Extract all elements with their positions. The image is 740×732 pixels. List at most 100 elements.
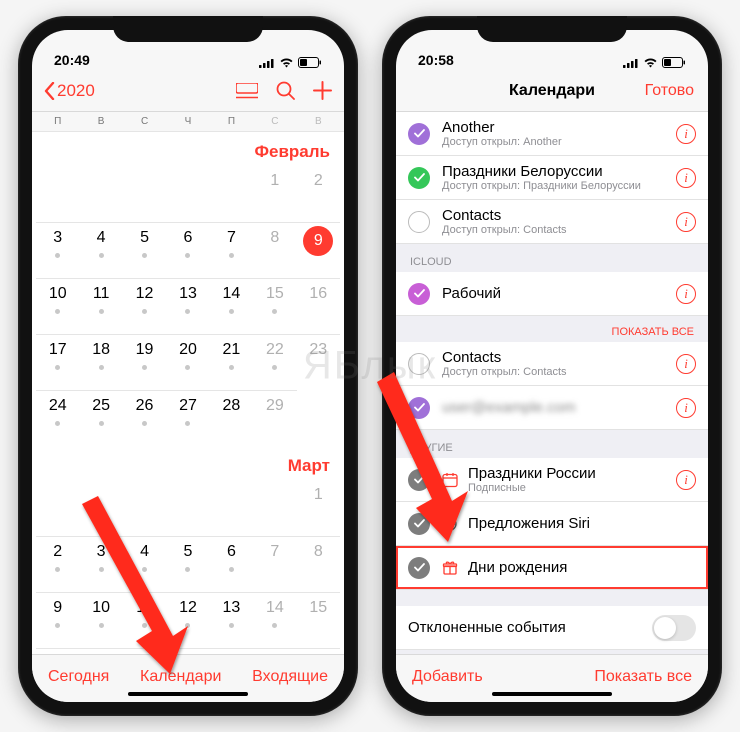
day-cell[interactable]: 13 (166, 278, 209, 334)
calendar-body[interactable]: Февраль123456789101112131415161718192021… (32, 132, 344, 654)
group-label: ДРУГИЕ (396, 430, 708, 458)
day-cell[interactable]: 16 (297, 278, 340, 334)
day-cell[interactable]: 7 (210, 222, 253, 278)
day-cell[interactable]: 15 (253, 278, 296, 334)
day-cell[interactable]: 21 (210, 334, 253, 390)
list-view-icon[interactable] (236, 83, 258, 99)
today-button[interactable]: Сегодня (48, 668, 109, 686)
day-cell[interactable]: 18 (79, 334, 122, 390)
day-cell[interactable]: 26 (123, 390, 166, 446)
day-cell[interactable]: 20 (166, 334, 209, 390)
day-number: 8 (270, 229, 279, 247)
notch (477, 16, 627, 42)
check-circle[interactable] (408, 353, 430, 375)
day-cell[interactable]: 19 (166, 648, 209, 654)
day-cell[interactable]: 7 (253, 536, 296, 592)
day-cell[interactable]: 16 (36, 648, 79, 654)
battery-icon (298, 57, 322, 68)
check-circle[interactable] (408, 513, 430, 535)
day-cell-empty (123, 166, 166, 222)
day-cell[interactable]: 29 (253, 390, 296, 446)
day-cell[interactable]: 18 (123, 648, 166, 654)
day-cell[interactable]: 13 (210, 592, 253, 648)
check-circle[interactable] (408, 283, 430, 305)
check-circle[interactable] (408, 397, 430, 419)
check-circle[interactable] (408, 557, 430, 579)
day-cell[interactable]: 8 (297, 536, 340, 592)
calendar-row[interactable]: user@example.comi (396, 386, 708, 430)
calendars-list[interactable]: AnotherДоступ открыл: AnotheriПраздники … (396, 112, 708, 654)
calendar-row[interactable]: Дни рождения (396, 546, 708, 590)
calendar-row[interactable]: ContactsДоступ открыл: Contactsi (396, 200, 708, 244)
info-icon[interactable]: i (676, 354, 696, 374)
add-icon[interactable] (313, 81, 332, 100)
day-number: 29 (266, 397, 284, 415)
declined-events-row[interactable]: Отклоненные события (396, 606, 708, 650)
info-icon[interactable]: i (676, 124, 696, 144)
day-cell[interactable]: 20 (210, 648, 253, 654)
add-calendar-button[interactable]: Добавить (412, 668, 483, 686)
day-cell[interactable]: 19 (123, 334, 166, 390)
day-cell[interactable]: 5 (123, 222, 166, 278)
day-cell[interactable]: 14 (253, 592, 296, 648)
day-cell[interactable]: 4 (79, 222, 122, 278)
day-cell[interactable]: 10 (36, 278, 79, 334)
calendar-row[interactable]: Праздники БелоруссииДоступ открыл: Празд… (396, 156, 708, 200)
day-cell[interactable]: 9 (297, 222, 340, 278)
day-cell[interactable]: 1 (297, 480, 340, 536)
day-cell[interactable]: 3 (79, 536, 122, 592)
day-cell[interactable]: 22 (253, 334, 296, 390)
day-cell[interactable]: 25 (79, 390, 122, 446)
day-cell[interactable]: 22 (297, 648, 340, 654)
home-indicator[interactable] (492, 692, 612, 696)
day-cell[interactable]: 11 (79, 278, 122, 334)
info-icon[interactable]: i (676, 284, 696, 304)
info-icon[interactable]: i (676, 212, 696, 232)
day-cell[interactable]: 8 (253, 222, 296, 278)
calendar-row[interactable]: Рабочийi (396, 272, 708, 316)
day-cell[interactable]: 24 (36, 390, 79, 446)
day-cell[interactable]: 15 (297, 592, 340, 648)
check-circle[interactable] (408, 211, 430, 233)
day-cell[interactable]: 21 (253, 648, 296, 654)
day-cell[interactable]: 4 (123, 536, 166, 592)
day-cell[interactable]: 2 (36, 536, 79, 592)
day-cell[interactable]: 12 (166, 592, 209, 648)
info-icon[interactable]: i (676, 168, 696, 188)
done-button[interactable]: Готово (645, 82, 694, 100)
inbox-button[interactable]: Входящие (252, 668, 328, 686)
day-cell[interactable]: 28 (210, 390, 253, 446)
calendar-row[interactable]: Праздники РоссииПодписныеi (396, 458, 708, 502)
day-cell[interactable]: 6 (166, 222, 209, 278)
info-icon[interactable]: i (676, 398, 696, 418)
declined-toggle[interactable] (652, 615, 696, 641)
day-cell[interactable]: 17 (79, 648, 122, 654)
calendar-row[interactable]: AnotherДоступ открыл: Anotheri (396, 112, 708, 156)
check-circle[interactable] (408, 167, 430, 189)
day-cell[interactable]: 3 (36, 222, 79, 278)
search-icon[interactable] (276, 81, 295, 100)
show-all-button[interactable]: Показать все (594, 668, 692, 686)
back-button[interactable]: 2020 (44, 81, 95, 101)
day-cell[interactable]: 10 (79, 592, 122, 648)
day-cell[interactable]: 14 (210, 278, 253, 334)
info-icon[interactable]: i (676, 470, 696, 490)
day-cell[interactable]: 23 (297, 334, 340, 390)
show-all-link[interactable]: ПОКАЗАТЬ ВСЕ (396, 316, 708, 342)
day-cell[interactable]: 17 (36, 334, 79, 390)
row-title: Contacts (442, 349, 676, 366)
calendar-row[interactable]: ContactsДоступ открыл: Contactsi (396, 342, 708, 386)
calendars-button[interactable]: Календари (140, 668, 221, 686)
check-circle[interactable] (408, 123, 430, 145)
day-cell[interactable]: 27 (166, 390, 209, 446)
day-cell[interactable]: 11 (123, 592, 166, 648)
home-indicator[interactable] (128, 692, 248, 696)
day-cell[interactable]: 6 (210, 536, 253, 592)
calendar-row[interactable]: Предложения Siri (396, 502, 708, 546)
day-cell[interactable]: 1 (253, 166, 296, 222)
day-cell[interactable]: 5 (166, 536, 209, 592)
day-cell[interactable]: 9 (36, 592, 79, 648)
day-cell[interactable]: 2 (297, 166, 340, 222)
day-cell[interactable]: 12 (123, 278, 166, 334)
check-circle[interactable] (408, 469, 430, 491)
